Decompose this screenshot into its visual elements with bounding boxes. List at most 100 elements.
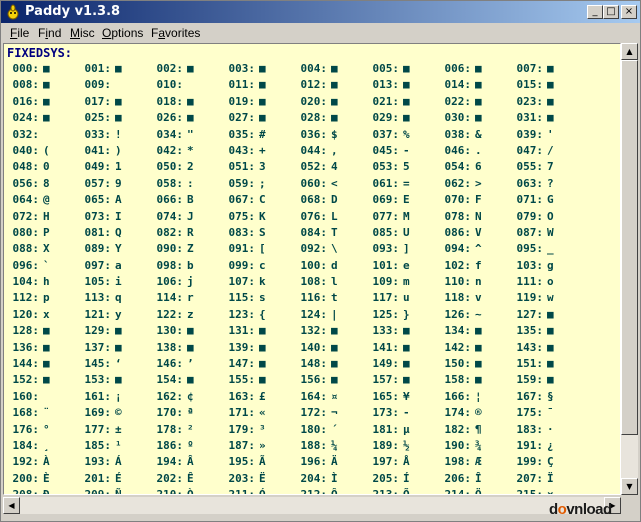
char-code: 168: [12, 406, 40, 420]
char-glyph: a [115, 258, 122, 272]
char-cell: 173: - [367, 405, 439, 421]
vertical-scroll-thumb[interactable] [621, 60, 638, 435]
char-glyph: , [331, 143, 338, 157]
char-code: 175: [516, 406, 544, 420]
char-glyph: ■ [475, 62, 482, 75]
char-code: 167: [516, 389, 544, 403]
char-glyph: ¦ [475, 389, 482, 403]
char-code: 154: [156, 373, 184, 387]
character-map-view[interactable]: FIXEDSYS: 000: ■ 001: ■ 002: ■ 003: ■ 004: ■ 005: ■… [3, 43, 621, 495]
char-cell: 126: ~ [439, 307, 511, 323]
char-code: 120: [12, 307, 40, 321]
size-grip[interactable] [621, 497, 638, 514]
char-cell: 049: 1 [79, 159, 151, 175]
char-cell: 119: w [511, 290, 583, 306]
char-cell: 026: ■ [151, 110, 223, 126]
char-glyph: © [115, 406, 122, 420]
title-bar[interactable]: Paddy v1.3.8 _ □ × [1, 1, 640, 23]
char-code: 032: [12, 127, 40, 141]
char-glyph: K [259, 209, 266, 223]
char-glyph: § [547, 389, 554, 403]
char-code: 079: [516, 209, 544, 223]
char-code: 150: [444, 357, 472, 371]
char-code: 135: [516, 324, 544, 338]
char-cell: 109: m [367, 274, 439, 290]
char-cell: 061: = [367, 176, 439, 192]
char-glyph: E [403, 193, 410, 207]
char-cell: 082: R [151, 225, 223, 241]
char-cell: 132: ■ [295, 323, 367, 339]
window-title: Paddy v1.3.8 [25, 4, 121, 19]
menu-find[interactable]: Find [38, 26, 61, 40]
char-code: 141: [372, 340, 400, 354]
char-glyph: ■ [331, 357, 338, 371]
char-cell: 145: ‘ [79, 356, 151, 372]
char-glyph: [ [259, 242, 266, 256]
char-code: 024: [12, 111, 40, 125]
char-glyph: ¶ [475, 422, 482, 436]
char-code: 105: [84, 275, 112, 289]
char-glyph: j [187, 275, 194, 289]
minimize-button[interactable]: _ [587, 5, 603, 19]
char-cell: 115: s [223, 290, 295, 306]
char-cell: 144: ■ [7, 356, 79, 372]
char-code: 050: [156, 160, 184, 174]
char-cell: 073: I [79, 209, 151, 225]
grid-row: 032: 033:! 034: " 035: #036: $037:% 038: & 039: ' [4, 127, 620, 143]
char-glyph: ¨ [43, 406, 50, 420]
char-code: 191: [516, 438, 544, 452]
char-code: 128: [12, 324, 40, 338]
char-glyph: 5 [403, 160, 410, 174]
char-code: 164: [300, 389, 328, 403]
scroll-down-icon[interactable]: ▼ [621, 478, 638, 495]
char-cell: 018: ■ [151, 94, 223, 110]
menu-favorites[interactable]: Favorites [151, 26, 200, 40]
char-code: 016: [12, 94, 40, 108]
menu-file[interactable]: File [10, 26, 29, 40]
char-code: 111: [516, 275, 544, 289]
char-code: 047: [516, 143, 544, 157]
char-cell: 146:’ [151, 356, 223, 372]
char-code: 182: [444, 422, 472, 436]
maximize-button[interactable]: □ [603, 5, 619, 19]
horizontal-scrollbar[interactable]: ◀ ▶ [3, 497, 621, 514]
char-code: 022: [444, 94, 472, 108]
char-code: 051: [228, 160, 256, 174]
char-glyph: } [403, 307, 410, 321]
char-glyph: - [403, 143, 410, 157]
char-glyph: Ô [331, 488, 338, 495]
vertical-scrollbar[interactable]: ▲ ▼ [621, 43, 638, 495]
char-code: 000: [12, 62, 40, 75]
char-glyph: A [115, 193, 122, 207]
char-code: 068: [300, 193, 328, 207]
char-glyph: w [547, 291, 554, 305]
char-cell: 017: ■ [79, 94, 151, 110]
char-cell: 089: Y [79, 241, 151, 257]
char-code: 170: [156, 406, 184, 420]
char-glyph: x [43, 307, 50, 321]
char-code: 112: [12, 291, 40, 305]
char-code: 006: [444, 62, 472, 75]
char-glyph: ■ [259, 324, 266, 338]
char-cell: 180: ´ [295, 422, 367, 438]
char-cell: 169: © [79, 405, 151, 421]
char-glyph: ■ [43, 373, 50, 387]
char-cell: 122: z [151, 307, 223, 323]
char-cell: 079: O [511, 209, 583, 225]
char-glyph: Y [115, 242, 122, 256]
char-code: 071: [516, 193, 544, 207]
char-code: 037: [372, 127, 400, 141]
character-grid: 000: ■ 001: ■ 002: ■ 003: ■ 004: ■ 005: ■ 006: ■ 007: ■… [4, 61, 620, 495]
char-glyph: o [547, 275, 554, 289]
scroll-up-icon[interactable]: ▲ [621, 43, 638, 60]
close-button[interactable]: × [621, 5, 637, 19]
char-glyph: ¾ [475, 438, 482, 452]
scroll-left-icon[interactable]: ◀ [3, 497, 20, 514]
char-cell: 117: u [367, 290, 439, 306]
char-cell: 124: | [295, 307, 367, 323]
char-glyph: # [259, 127, 266, 141]
menu-misc[interactable]: Misc [70, 26, 95, 40]
char-glyph: ■ [547, 62, 554, 75]
menu-options[interactable]: Options [102, 26, 143, 40]
char-cell: 102: f [439, 258, 511, 274]
